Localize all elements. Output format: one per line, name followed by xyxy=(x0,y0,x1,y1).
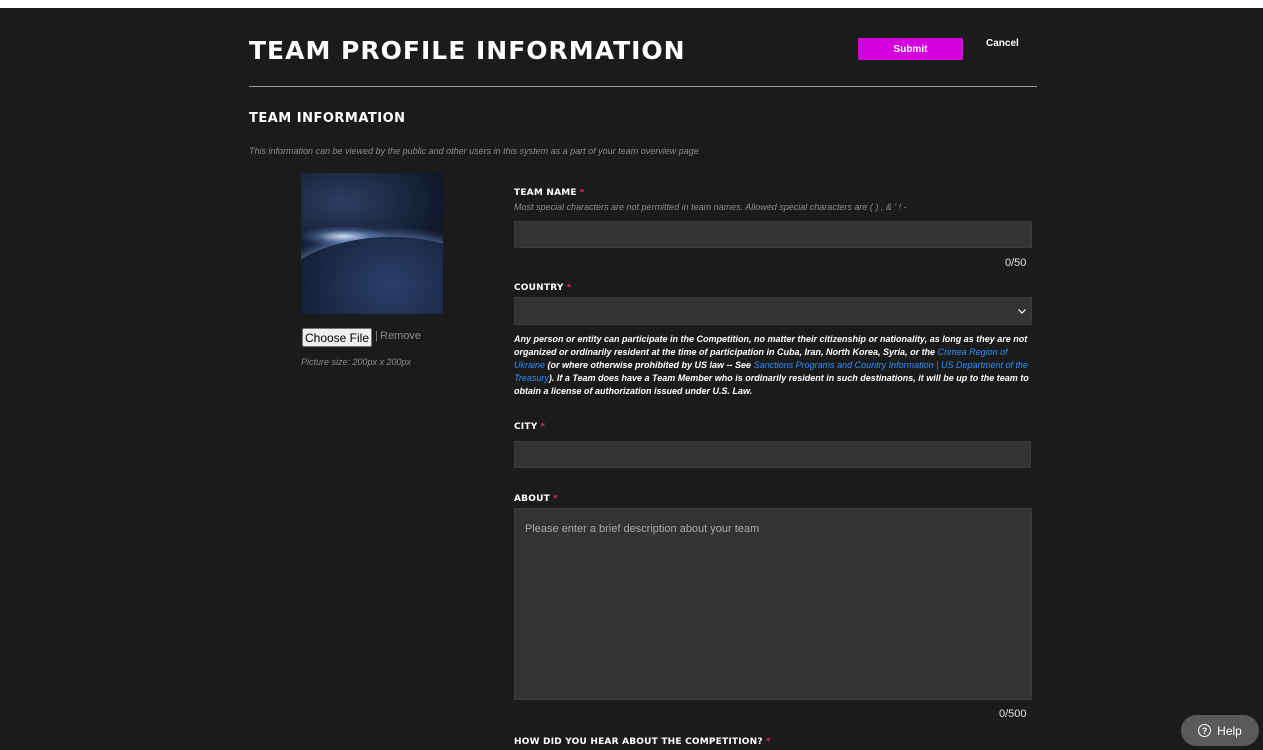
country-label-text: COUNTRY xyxy=(514,283,564,293)
remove-separator: | xyxy=(375,330,378,342)
team-name-help: Most special characters are not permitte… xyxy=(514,202,907,212)
submit-button[interactable]: Submit xyxy=(858,38,963,60)
earth-from-space-image xyxy=(301,237,443,314)
city-label-text: CITY xyxy=(514,422,538,432)
page-frame: TEAM PROFILE INFORMATION Submit Cancel T… xyxy=(0,8,1263,750)
how-heard-label-text: HOW DID YOU HEAR ABOUT THE COMPETITION? xyxy=(514,737,763,747)
picture-size-hint: Picture size: 200px x 200px xyxy=(301,357,412,367)
team-name-label-text: TEAM NAME xyxy=(514,188,577,198)
chevron-down-icon xyxy=(1018,309,1026,314)
how-heard-label: HOW DID YOU HEAR ABOUT THE COMPETITION? * xyxy=(514,737,771,747)
cancel-button[interactable]: Cancel xyxy=(986,38,1019,49)
city-input[interactable] xyxy=(514,441,1031,468)
required-asterisk: * xyxy=(552,494,558,504)
team-name-counter: 0/50 xyxy=(1005,257,1027,269)
about-counter: 0/500 xyxy=(999,708,1027,720)
country-select[interactable] xyxy=(514,297,1032,325)
country-label: COUNTRY * xyxy=(514,283,572,293)
eligibility-notice: Any person or entity can participate in … xyxy=(514,333,1034,398)
about-label-text: ABOUT xyxy=(514,494,550,504)
remove-image-link[interactable]: Remove xyxy=(380,330,421,342)
required-asterisk: * xyxy=(540,422,546,432)
help-label: Help xyxy=(1217,723,1242,738)
page-title: TEAM PROFILE INFORMATION xyxy=(249,36,686,65)
required-asterisk: * xyxy=(566,283,572,293)
team-image xyxy=(301,173,443,314)
city-label: CITY * xyxy=(514,422,545,432)
notice-text-3: ). If a Team does have a Team Member who… xyxy=(514,373,1029,396)
notice-text-2: (or where otherwise prohibited by US law… xyxy=(545,360,754,370)
question-circle-icon: ? xyxy=(1198,724,1212,737)
team-name-input[interactable] xyxy=(514,221,1032,248)
required-asterisk: * xyxy=(579,188,585,198)
team-name-label: TEAM NAME * xyxy=(514,188,585,198)
title-divider xyxy=(249,86,1037,87)
choose-file-button[interactable]: Choose File xyxy=(302,328,372,347)
about-textarea[interactable]: Please enter a brief description about y… xyxy=(514,508,1032,700)
required-asterisk: * xyxy=(765,737,771,747)
help-button[interactable]: ? Help xyxy=(1181,715,1259,746)
section-description: This information can be viewed by the pu… xyxy=(249,146,699,156)
section-title: TEAM INFORMATION xyxy=(249,111,406,126)
about-label: ABOUT * xyxy=(514,494,558,504)
